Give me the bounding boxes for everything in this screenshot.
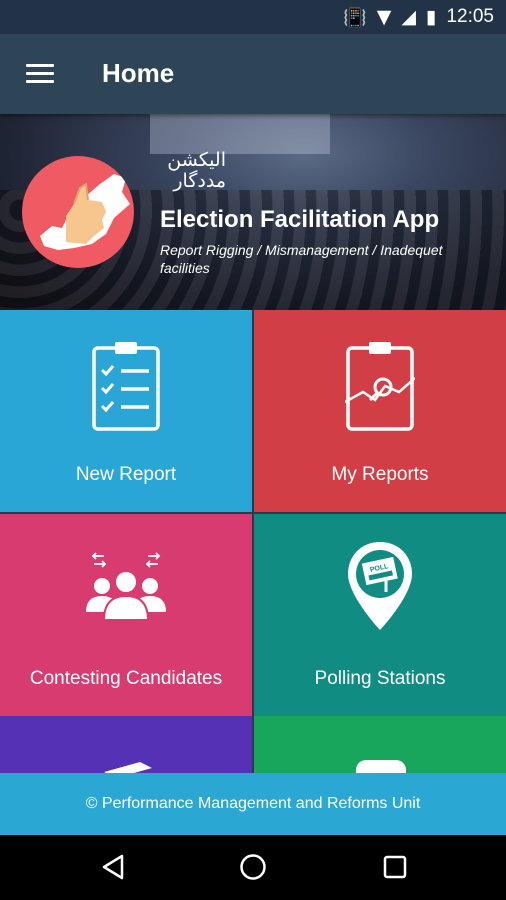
tile-label: New Report [75, 464, 177, 485]
tile-label: My Reports [331, 464, 429, 485]
graduation-cap-icon [104, 762, 152, 774]
polling-location-icon: POLL [348, 542, 412, 630]
wifi-icon: ▼ [376, 6, 392, 28]
status-bar: 📳 ▼ ◢ ▮ 12:05 [0, 0, 506, 34]
footer-credit: © Performance Management and Reforms Uni… [0, 773, 506, 835]
tile-contesting-candidates[interactable]: Contesting Candidates [0, 514, 252, 716]
battery-icon: ▮ [425, 6, 437, 28]
app-title: Election Facilitation App [160, 206, 440, 233]
back-icon[interactable] [100, 853, 126, 881]
background-stage-screen [150, 114, 330, 154]
tile-chat[interactable] [254, 716, 506, 774]
tile-label: Polling Stations [314, 668, 446, 689]
candidates-group-icon [86, 552, 166, 620]
system-navigation-bar [0, 835, 506, 900]
page-title: Home [102, 58, 175, 88]
home-icon[interactable] [239, 853, 267, 881]
clipboard-checklist-icon [92, 342, 160, 431]
hamburger-menu-icon[interactable] [26, 64, 54, 84]
tile-new-report[interactable]: New Report [0, 310, 252, 512]
clipboard-chart-icon [345, 342, 415, 431]
tile-education[interactable] [0, 716, 252, 774]
recent-apps-icon[interactable] [382, 853, 408, 881]
header-banner: الیکشن مددگار Election Facilitation App … [0, 114, 506, 310]
tile-polling-stations[interactable]: POLL Polling Stations [254, 514, 506, 716]
urdu-line-2: مددگار [173, 170, 226, 192]
tile-label: Contesting Candidates [29, 668, 223, 689]
app-bar: Home [0, 34, 506, 114]
app-logo [22, 156, 134, 268]
status-time: 12:05 [446, 6, 494, 27]
signal-icon: ◢ [401, 6, 416, 28]
urdu-line-1: الیکشن [167, 149, 226, 171]
vibrate-icon: 📳 [343, 6, 367, 29]
chat-bubble-icon [356, 760, 406, 774]
app-subtitle: Report Rigging / Mismanagement / Inadequ… [160, 242, 443, 276]
urdu-app-name: الیکشن مددگار [160, 150, 226, 192]
tile-my-reports[interactable]: My Reports [254, 310, 506, 512]
